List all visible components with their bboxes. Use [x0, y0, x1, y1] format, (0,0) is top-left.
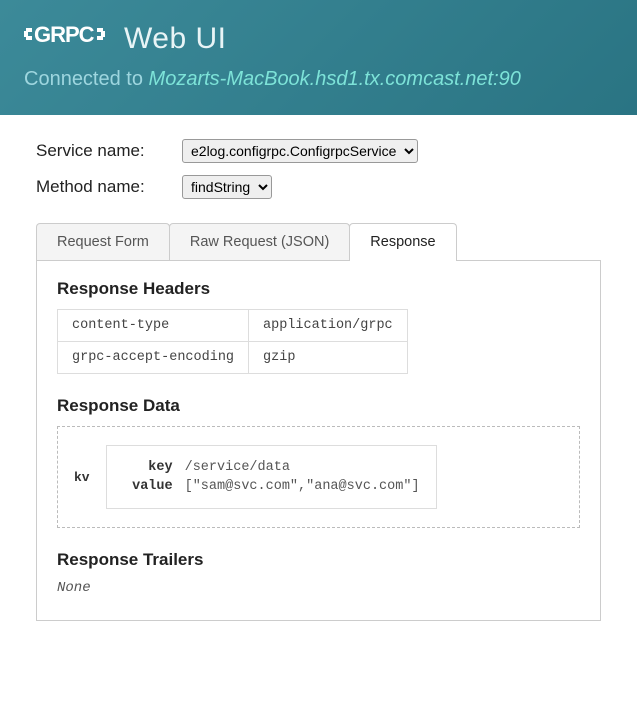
svg-text:GRPC: GRPC: [34, 22, 95, 47]
title-row: GRPC Web UI: [24, 20, 613, 56]
tab-response[interactable]: Response: [349, 223, 456, 260]
kv-key-line: key /service/data: [123, 460, 420, 475]
response-headers-table: content-type application/grpc grpc-accep…: [57, 309, 408, 374]
header-value: application/grpc: [249, 310, 408, 342]
table-row: content-type application/grpc: [58, 310, 408, 342]
method-row: Method name: findString: [36, 175, 601, 199]
header: GRPC Web UI Connected to Mozarts-MacBook…: [0, 0, 637, 115]
connected-label: Connected to: [24, 68, 149, 90]
kv-inner: key /service/data value ["sam@svc.com","…: [106, 445, 437, 509]
grpc-logo: GRPC: [24, 20, 110, 48]
header-name: grpc-accept-encoding: [58, 342, 249, 374]
response-data-box: kv key /service/data value ["sam@svc.com…: [57, 426, 580, 528]
kv-row: kv key /service/data value ["sam@svc.com…: [74, 445, 563, 509]
app-title: Web UI: [124, 22, 226, 56]
service-row: Service name: e2log.configrpc.ConfigrpcS…: [36, 139, 601, 163]
tab-request-form[interactable]: Request Form: [36, 223, 170, 260]
table-row: grpc-accept-encoding gzip: [58, 342, 408, 374]
method-label: Method name:: [36, 177, 166, 197]
kv-label: kv: [74, 470, 90, 485]
kv-key-label: key: [123, 460, 173, 475]
header-value: gzip: [249, 342, 408, 374]
kv-value-line: value ["sam@svc.com","ana@svc.com"]: [123, 479, 420, 494]
kv-value-value: ["sam@svc.com","ana@svc.com"]: [185, 479, 420, 494]
response-trailers-value: None: [57, 580, 580, 596]
header-name: content-type: [58, 310, 249, 342]
connected-host: Mozarts-MacBook.hsd1.tx.comcast.net:90: [149, 68, 521, 90]
response-data-title: Response Data: [57, 396, 580, 416]
service-label: Service name:: [36, 141, 166, 161]
response-panel: Response Headers content-type applicatio…: [36, 261, 601, 621]
response-headers-title: Response Headers: [57, 279, 580, 299]
main-content: Service name: e2log.configrpc.ConfigrpcS…: [0, 115, 637, 645]
kv-key-value: /service/data: [185, 460, 290, 475]
tab-raw-request[interactable]: Raw Request (JSON): [169, 223, 350, 260]
method-select[interactable]: findString: [182, 175, 272, 199]
kv-value-label: value: [123, 479, 173, 494]
connection-status: Connected to Mozarts-MacBook.hsd1.tx.com…: [24, 68, 613, 91]
tab-bar: Request Form Raw Request (JSON) Response: [36, 223, 601, 261]
service-select[interactable]: e2log.configrpc.ConfigrpcService: [182, 139, 418, 163]
response-trailers-title: Response Trailers: [57, 550, 580, 570]
